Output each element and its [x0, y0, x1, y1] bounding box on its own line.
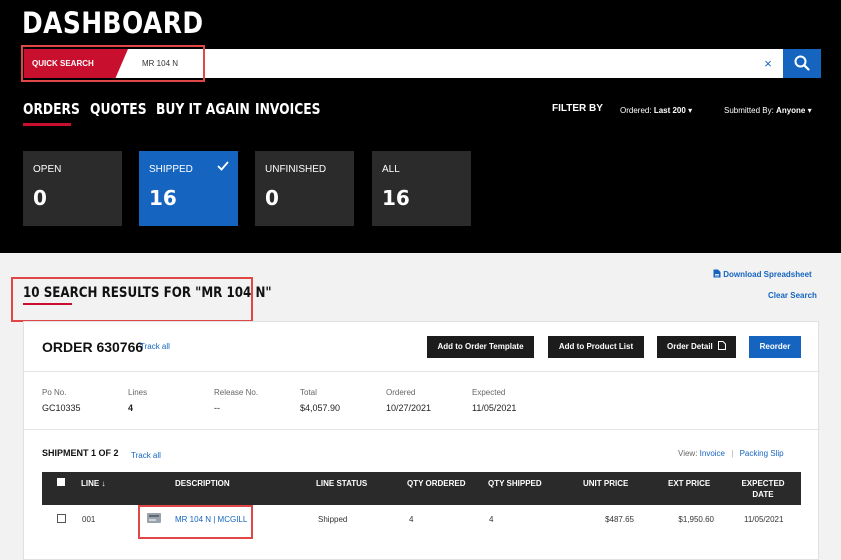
cell-qty-shipped: 4 — [489, 515, 494, 524]
row-checkbox[interactable] — [57, 514, 66, 523]
cell-line-status: Shipped — [318, 515, 348, 524]
column-header-unit-price: UNIT PRICE — [583, 479, 629, 488]
reorder-button[interactable]: Reorder — [749, 336, 801, 358]
card-label: ALL — [382, 164, 400, 175]
add-to-product-list-button[interactable]: Add to Product List — [548, 336, 644, 358]
active-tab-indicator — [23, 123, 71, 126]
column-header-expected: EXPECTED — [741, 479, 785, 488]
pdf-icon — [718, 341, 727, 350]
download-spreadsheet-label: Download Spreadsheet — [723, 270, 812, 279]
divider — [24, 371, 820, 372]
shipment-title: SHIPMENT 1 OF 2 — [42, 448, 119, 458]
card-count: 0 — [33, 186, 47, 210]
search-button[interactable] — [783, 49, 821, 78]
meta-value: 11/05/2021 — [472, 403, 517, 413]
cell-line: 001 — [82, 515, 96, 524]
release-number: Release No. -- — [214, 388, 258, 413]
card-label: UNFINISHED — [265, 164, 327, 175]
chevron-down-icon: ▾ — [688, 106, 693, 115]
meta-key: Total — [300, 388, 317, 397]
column-header-date: DATE — [752, 490, 774, 499]
submitted-filter-label: Submitted By: — [724, 106, 774, 115]
card-label: OPEN — [33, 164, 62, 175]
results-title-highlight — [11, 277, 253, 322]
order-detail-label: Order Detail — [666, 342, 713, 351]
divider — [24, 429, 820, 430]
filter-by-label: FILTER BY — [552, 103, 603, 114]
tab-invoices[interactable]: INVOICES — [255, 100, 320, 118]
description-highlight — [138, 505, 253, 539]
meta-value: GC10335 — [42, 403, 81, 413]
ordered-filter-value: Last 200 — [653, 106, 686, 115]
page-title: DASHBOARD — [22, 6, 204, 40]
meta-value: -- — [214, 403, 220, 413]
search-input[interactable] — [134, 49, 754, 78]
cell-ext-price: $1,950.60 — [678, 515, 714, 524]
column-header-ext-price: EXT PRICE — [668, 479, 711, 488]
po-number: Po No. GC10335 — [42, 388, 81, 413]
cell-qty-ordered: 4 — [409, 515, 414, 524]
select-all-checkbox[interactable] — [57, 478, 65, 486]
meta-value: 4 — [128, 403, 134, 413]
card-label: SHIPPED — [149, 164, 193, 175]
shipment-track-all-link[interactable]: Track all — [131, 451, 161, 460]
column-header-description: DESCRIPTION — [175, 479, 230, 488]
status-card-all[interactable]: ALL 16 — [372, 151, 471, 226]
order-detail-button[interactable]: Order Detail — [657, 336, 736, 358]
packing-slip-link[interactable]: Packing Slip — [740, 449, 784, 458]
meta-value: $4,057.90 — [300, 403, 341, 413]
chevron-down-icon: ▾ — [807, 106, 812, 115]
tab-quotes[interactable]: QUOTES — [90, 100, 147, 118]
column-header-qty-shipped: QTY SHIPPED — [488, 479, 542, 488]
tab-orders[interactable]: ORDERS — [23, 100, 80, 118]
add-to-order-template-button[interactable]: Add to Order Template — [427, 336, 534, 358]
search-icon — [794, 55, 810, 71]
submitted-by-filter-dropdown[interactable]: Submitted By: Anyone ▾ — [724, 106, 812, 115]
status-card-unfinished[interactable]: UNFINISHED 0 — [255, 151, 354, 226]
card-count: 0 — [265, 186, 279, 210]
clear-search-icon[interactable]: × — [761, 49, 775, 78]
ordered-filter-dropdown[interactable]: Ordered: Last 200 ▾ — [620, 106, 692, 115]
meta-key: Po No. — [42, 388, 67, 397]
status-card-open[interactable]: OPEN 0 — [23, 151, 122, 226]
column-header-line-status: LINE STATUS — [316, 479, 368, 488]
meta-key: Expected — [472, 388, 506, 397]
column-header-qty-ordered: QTY ORDERED — [407, 479, 466, 488]
order-track-all-link[interactable]: Track all — [140, 342, 170, 351]
order-total: Total $4,057.90 — [300, 388, 340, 413]
download-spreadsheet-link[interactable]: Download Spreadsheet — [713, 269, 812, 279]
lines-count: Lines 4 — [128, 388, 147, 413]
card-count: 16 — [149, 186, 177, 210]
submitted-filter-value: Anyone — [776, 106, 806, 115]
column-header-line[interactable]: LINE ↓ — [81, 479, 105, 488]
view-label: View: — [678, 449, 698, 458]
checkmark-icon — [217, 161, 229, 171]
invoice-link[interactable]: Invoice — [700, 449, 725, 458]
meta-key: Ordered — [386, 388, 416, 397]
dashboard-header: DASHBOARD QUICK SEARCH × ORDERS QUOTES B… — [0, 0, 841, 253]
ordered-date: Ordered 10/27/2021 — [386, 388, 431, 413]
view-links: View: Invoice | Packing Slip — [678, 449, 784, 458]
link-separator: | — [731, 449, 734, 458]
order-title: ORDER 630766 — [42, 339, 144, 355]
ordered-filter-label: Ordered: — [620, 106, 652, 115]
expected-date: Expected 11/05/2021 — [472, 388, 516, 413]
shipment-table-header: LINE ↓ DESCRIPTION LINE STATUS QTY ORDER… — [42, 472, 801, 505]
cell-unit-price: $487.65 — [605, 515, 634, 524]
meta-key: Lines — [128, 388, 148, 397]
card-count: 16 — [382, 186, 410, 210]
status-card-shipped[interactable]: SHIPPED 16 — [139, 151, 238, 226]
meta-key: Release No. — [214, 388, 259, 397]
meta-value: 10/27/2021 — [386, 403, 432, 413]
tab-buy-it-again[interactable]: BUY IT AGAIN — [156, 100, 250, 118]
quick-search-highlight — [21, 45, 205, 82]
document-icon — [713, 269, 721, 278]
clear-search-link[interactable]: Clear Search — [768, 291, 817, 300]
cell-expected-date: 11/05/2021 — [744, 515, 784, 524]
